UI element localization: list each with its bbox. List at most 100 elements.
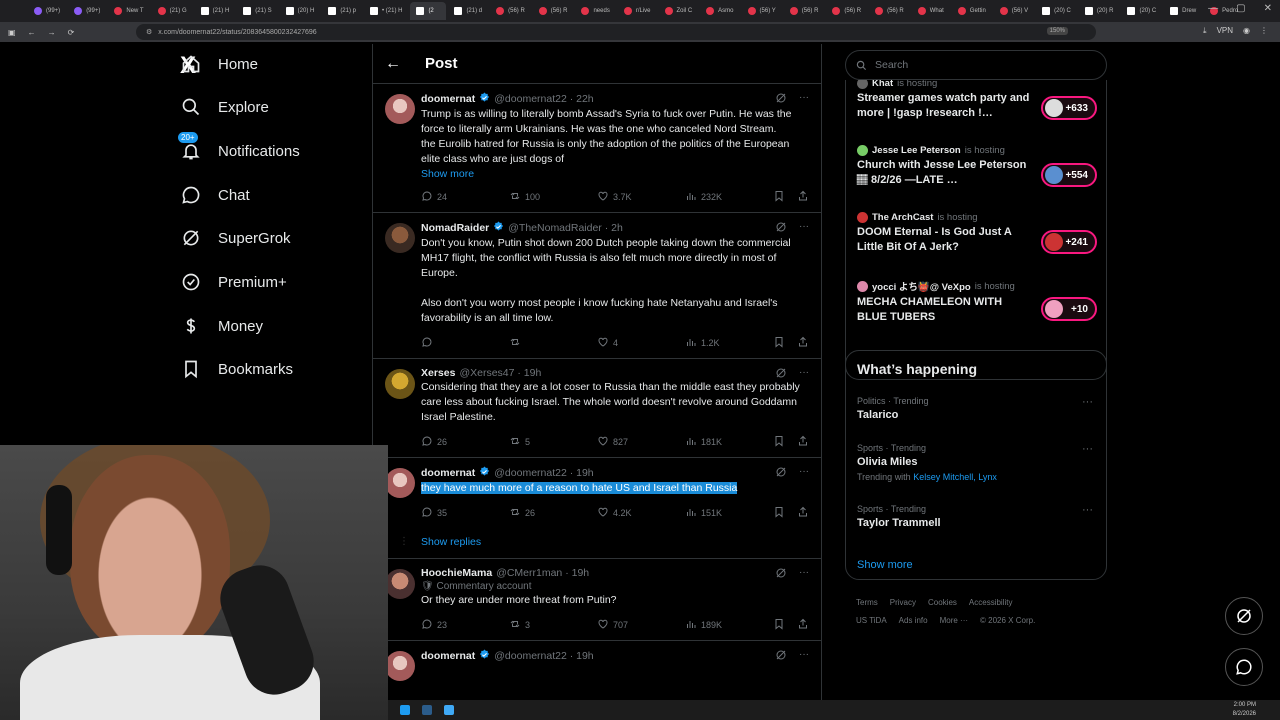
browser-tab[interactable]: (21) H xyxy=(195,2,236,20)
like-button[interactable]: 4 xyxy=(597,336,647,350)
reply-button[interactable]: 23 xyxy=(421,618,471,632)
footer-link[interactable]: More ··· xyxy=(940,616,968,625)
show-more-link[interactable]: Show more xyxy=(421,168,809,180)
space-listeners-pill[interactable]: +241 xyxy=(1041,230,1097,254)
nav-item-money[interactable]: Money xyxy=(180,311,263,341)
tweet-author-name[interactable]: NomadRaider xyxy=(421,222,489,234)
browser-tab[interactable]: (99+) xyxy=(68,2,106,20)
live-space-item[interactable]: Jesse Lee Peterson is hosting Church with … xyxy=(857,145,1097,188)
space-title[interactable]: MECHA CHAMELEON WITH BLUE TUBERS xyxy=(857,295,1032,325)
space-listeners-pill[interactable]: +554 xyxy=(1041,163,1097,187)
reply-button[interactable]: 24 xyxy=(421,190,471,204)
browser-tab[interactable]: • (21) H xyxy=(364,2,408,20)
like-button[interactable]: 707 xyxy=(597,618,647,632)
browser-tab[interactable]: r/Live xyxy=(618,2,657,20)
browser-tab[interactable]: (20) R xyxy=(1079,2,1120,20)
more-options-icon[interactable]: ··· xyxy=(799,221,809,236)
live-space-item[interactable]: The ArchCast is hosting DOOM Eternal - Is … xyxy=(857,212,1097,255)
tweet[interactable]: NomadRaider @TheNomadRaider · 2h ··· Don't … xyxy=(373,213,821,359)
avatar[interactable] xyxy=(385,369,415,399)
footer-link[interactable]: Accessibility xyxy=(969,598,1013,607)
tweet-handle[interactable]: @doomernat22 · 19h xyxy=(494,650,593,662)
more-options-icon[interactable]: ··· xyxy=(799,92,809,107)
tweet-handle[interactable]: @doomernat22 · 22h xyxy=(494,93,593,105)
trend-more-icon[interactable]: ··· xyxy=(1082,396,1093,408)
browser-tab[interactable]: (20) C xyxy=(1036,2,1077,20)
reply-button[interactable]: 26 xyxy=(421,435,471,449)
footer-link[interactable]: Cookies xyxy=(928,598,957,607)
footer-link[interactable]: Terms xyxy=(856,598,878,607)
space-title[interactable]: Church with Jesse Lee Peterson 🏽 8/2/26 … xyxy=(857,158,1032,188)
browser-tab[interactable]: Gettin xyxy=(952,2,992,20)
avatar[interactable] xyxy=(385,569,415,599)
browser-tab[interactable]: (56) R xyxy=(533,2,574,20)
views-button[interactable]: 181K xyxy=(685,435,735,449)
tweet[interactable]: Xerses @Xerses47 · 19h ··· Considering that… xyxy=(373,359,821,458)
more-options-icon[interactable]: ··· xyxy=(799,367,809,382)
browser-tab[interactable]: (56) R xyxy=(826,2,867,20)
nav-item-home[interactable]: Home xyxy=(180,49,258,79)
tweet-handle[interactable]: @Xerses47 · 19h xyxy=(459,367,541,379)
tweet-author-name[interactable]: HoochieMama xyxy=(421,567,492,579)
back-arrow-icon[interactable]: ← xyxy=(385,55,401,73)
close-icon[interactable]: ✕ xyxy=(1264,3,1272,14)
sidebar-toggle-icon[interactable]: ▣ xyxy=(8,28,16,37)
space-listeners-pill[interactable]: +10 xyxy=(1041,297,1097,321)
nav-item-bookmarks[interactable]: Bookmarks xyxy=(180,354,293,384)
nav-item-notifications[interactable]: 20+ Notifications xyxy=(178,132,300,166)
tweet-author-name[interactable]: doomernat xyxy=(421,93,475,105)
footer-link[interactable]: © 2026 X Corp. xyxy=(980,616,1035,625)
nav-item-supergrok[interactable]: SuperGrok xyxy=(180,223,291,253)
minimize-icon[interactable]: — xyxy=(1208,3,1218,14)
system-clock[interactable]: 2:00 PM 8/2/2026 xyxy=(1233,701,1256,719)
menu-icon[interactable]: ⋮ xyxy=(1260,26,1268,36)
site-info-icon[interactable]: ⚙ xyxy=(146,28,152,36)
space-title[interactable]: Streamer games watch party and more | !g… xyxy=(857,91,1032,121)
tweet[interactable]: doomernat @doomernat22 · 19h ··· they have … xyxy=(373,458,821,528)
browser-tab[interactable]: New T xyxy=(108,2,149,20)
browser-tab[interactable]: (99+) xyxy=(28,2,66,20)
more-options-icon[interactable]: ··· xyxy=(799,466,809,481)
address-bar[interactable]: ⚙ x.com/doomernat22/status/2083645800232… xyxy=(136,24,1096,40)
tweet[interactable]: doomernat @doomernat22 · 22h ··· Trump is a… xyxy=(373,84,821,213)
back-icon[interactable]: ← xyxy=(28,28,36,37)
trend-more-icon[interactable]: ··· xyxy=(1082,443,1093,455)
browser-tab[interactable]: (56) V xyxy=(994,2,1034,20)
views-button[interactable]: 1.2K xyxy=(685,336,735,350)
repost-button[interactable]: 100 xyxy=(509,190,559,204)
views-button[interactable]: 151K xyxy=(685,506,735,520)
trend-more-icon[interactable]: ··· xyxy=(1082,504,1093,516)
avatar[interactable] xyxy=(385,468,415,498)
repost-button[interactable]: 5 xyxy=(509,435,559,449)
reply-button[interactable] xyxy=(421,336,471,350)
trend-item[interactable]: Sports · Trending Taylor Trammell ··· xyxy=(857,504,1097,529)
browser-tab[interactable]: (56) R xyxy=(784,2,825,20)
nav-item-chat[interactable]: Chat xyxy=(180,180,250,210)
maximize-icon[interactable]: ▢ xyxy=(1236,3,1245,14)
views-button[interactable]: 189K xyxy=(685,618,735,632)
space-listeners-pill[interactable]: +633 xyxy=(1041,96,1097,120)
repost-button[interactable]: 3 xyxy=(509,618,559,632)
trend-item[interactable]: Sports · Trending Olivia Miles Trending wi… xyxy=(857,443,1097,482)
show-replies-link[interactable]: ⋮ Show replies xyxy=(373,528,821,559)
tweet-handle[interactable]: @doomernat22 · 19h xyxy=(494,467,593,479)
trends-show-more-link[interactable]: Show more xyxy=(857,559,913,571)
search-input[interactable]: Search xyxy=(845,50,1107,80)
tweet-handle[interactable]: @CMerr1man · 19h xyxy=(496,567,589,579)
avatar[interactable] xyxy=(385,651,415,681)
tweet[interactable]: HoochieMama @CMerr1man · 19h ··· 🛡 Commenta… xyxy=(373,559,821,641)
browser-tab[interactable]: (20) C xyxy=(1121,2,1162,20)
browser-tab[interactable]: Drew xyxy=(1164,2,1202,20)
trend-item[interactable]: Politics · Trending Talarico ··· xyxy=(857,396,1097,421)
browser-tab[interactable]: (56) R xyxy=(490,2,531,20)
avatar[interactable] xyxy=(385,223,415,253)
forward-icon[interactable]: → xyxy=(48,28,56,37)
like-button[interactable]: 827 xyxy=(597,435,647,449)
nav-item-premium[interactable]: Premium+ xyxy=(180,267,287,297)
views-button[interactable]: 232K xyxy=(685,190,735,204)
repost-button[interactable]: 26 xyxy=(509,506,559,520)
tweet-handle[interactable]: @TheNomadRaider · 2h xyxy=(508,222,623,234)
tweet[interactable]: doomernat @doomernat22 · 19h ··· xyxy=(373,641,821,681)
browser-tab[interactable]: Asmo xyxy=(700,2,739,20)
browser-tab[interactable]: needs xyxy=(575,2,615,20)
